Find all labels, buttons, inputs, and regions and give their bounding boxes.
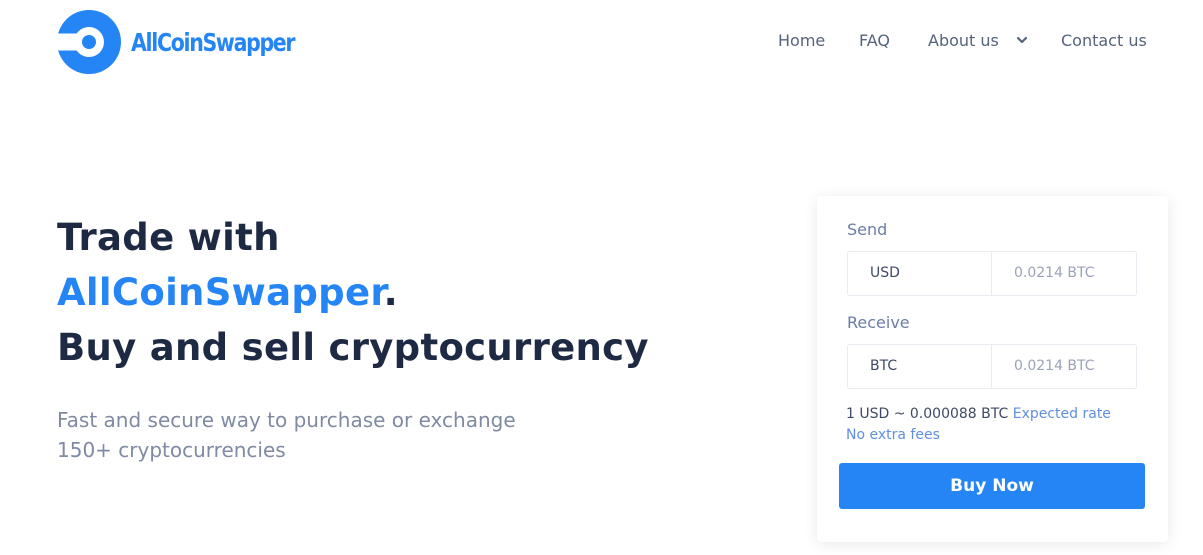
nav-home-link[interactable]: Home [778, 29, 825, 53]
expected-rate-link[interactable]: Expected rate [1013, 406, 1111, 422]
send-amount-input[interactable]: 0.0214 BTC [992, 252, 1136, 295]
receive-amount-input[interactable]: 0.0214 BTC [992, 345, 1136, 388]
send-label: Send [847, 220, 888, 239]
hero-subtitle: Fast and secure way to purchase or excha… [57, 405, 577, 465]
chevron-down-icon[interactable] [1015, 33, 1029, 47]
hero-title-period: . [383, 271, 398, 314]
send-currency-select[interactable]: USD [848, 252, 992, 295]
exchange-card: Send USD 0.0214 BTC Receive BTC 0.0214 B… [817, 196, 1168, 542]
hero-subtitle-line2: 150+ cryptocurrencies [57, 438, 286, 462]
hero-title: Trade with AllCoinSwapper. Buy and sell … [57, 210, 649, 375]
hero-subtitle-line1: Fast and secure way to purchase or excha… [57, 408, 516, 432]
nav-contact-link[interactable]: Contact us [1061, 29, 1147, 53]
buy-now-button[interactable]: Buy Now [839, 463, 1145, 509]
send-field: USD 0.0214 BTC [847, 251, 1137, 296]
hero-title-line3: Buy and sell cryptocurrency [57, 326, 649, 369]
rate-text: 1 USD ~ 0.000088 BTC [846, 406, 1009, 422]
fees-note[interactable]: No extra fees [846, 425, 940, 446]
receive-field: BTC 0.0214 BTC [847, 344, 1137, 389]
main-nav: Home FAQ About us Contact us [0, 29, 1203, 53]
receive-label: Receive [847, 313, 910, 332]
hero-title-line1: Trade with [57, 216, 280, 259]
nav-faq-link[interactable]: FAQ [859, 29, 890, 53]
rate-info: 1 USD ~ 0.000088 BTC Expected rate [846, 404, 1111, 425]
receive-currency-select[interactable]: BTC [848, 345, 992, 388]
nav-about-link[interactable]: About us [928, 29, 999, 53]
hero-title-brand: AllCoinSwapper [57, 271, 384, 314]
hero-title-line2: AllCoinSwapper. [57, 265, 649, 320]
